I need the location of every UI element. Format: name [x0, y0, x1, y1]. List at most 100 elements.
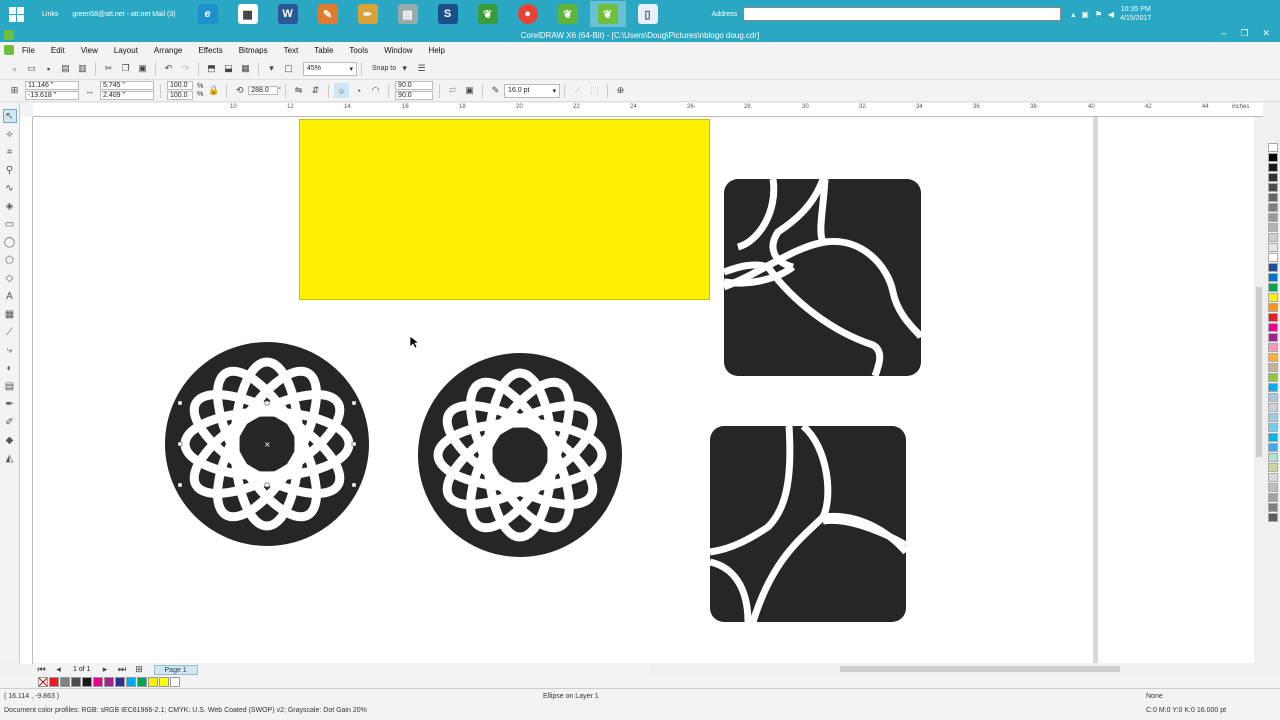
taskbar-app7[interactable]: S [430, 1, 466, 27]
mirror-v-icon[interactable]: ⇵ [308, 83, 323, 98]
fill-tool-icon[interactable]: ◆ [3, 433, 17, 447]
minimize-icon[interactable]: ‒ [1221, 28, 1226, 39]
eyedropper-tool-icon[interactable]: ✒ [3, 397, 17, 411]
copy-icon[interactable]: ❐ [118, 61, 133, 76]
new-icon[interactable]: ▫ [7, 61, 22, 76]
palette-swatch[interactable] [1268, 482, 1278, 492]
redo-icon[interactable]: ↷ [178, 61, 193, 76]
rectangle-tool-icon[interactable]: ▭ [3, 217, 17, 231]
horizontal-scrollbar[interactable] [650, 664, 1254, 674]
outline-status[interactable]: C:0 M:0 Y:0 K:0 16.000 pt [1146, 707, 1226, 714]
menu-table[interactable]: Table [306, 46, 341, 55]
prev-page-icon[interactable]: ◂ [51, 662, 66, 677]
taskbar-coreldraw[interactable]: ❦ [589, 1, 626, 27]
palette-swatch[interactable] [1268, 412, 1278, 422]
palette-swatch[interactable] [1268, 332, 1278, 342]
palette-swatch[interactable] [1268, 422, 1278, 432]
doc-swatch[interactable] [126, 677, 136, 687]
restore-icon[interactable]: ❐ [1240, 28, 1248, 39]
blend-tool-icon[interactable]: ◐ [3, 361, 17, 375]
open-icon[interactable]: ▭ [24, 61, 39, 76]
color-profile-status[interactable]: Document color profiles: RGB: sRGB IEC61… [4, 707, 367, 714]
taskbar-chrome[interactable]: ● [510, 1, 546, 27]
connector-tool-icon[interactable]: ⤷ [3, 343, 17, 357]
chevron-down-icon[interactable]: ▾ [397, 61, 412, 76]
atom-logo[interactable] [418, 353, 622, 557]
palette-swatch[interactable] [1268, 262, 1278, 272]
lock-ratio-icon[interactable]: 🔒 [206, 83, 221, 98]
palette-swatch[interactable] [1268, 442, 1278, 452]
taskbar-calendar[interactable]: ▦ [230, 1, 266, 27]
scale-y-field[interactable]: 100.0 [167, 91, 193, 100]
taskbar-app6[interactable]: ▤ [390, 1, 426, 27]
ruler-corner[interactable] [20, 103, 33, 117]
fullscreen-icon[interactable]: ▢ [281, 61, 296, 76]
palette-swatch[interactable] [1268, 432, 1278, 442]
palette-swatch[interactable] [1268, 382, 1278, 392]
snap-to-button[interactable]: Snap to [372, 65, 396, 72]
pick-tool-icon[interactable]: ↖ [2, 109, 17, 123]
cut-icon[interactable]: ✂ [101, 61, 116, 76]
doc-swatch[interactable] [104, 677, 114, 687]
doc-swatch[interactable] [115, 677, 125, 687]
pie-mode-icon[interactable]: ◔ [351, 83, 366, 98]
angle-field[interactable]: 288.0 [248, 86, 279, 95]
links-label[interactable]: Links [42, 11, 58, 18]
shape-tool-icon[interactable]: ⟡ [3, 127, 17, 141]
export-icon[interactable]: ⬓ [221, 61, 236, 76]
arc-mode-icon[interactable]: ◠ [368, 83, 383, 98]
palette-swatch[interactable] [1268, 462, 1278, 472]
menu-text[interactable]: Text [276, 46, 307, 55]
palette-swatch[interactable] [1268, 212, 1278, 222]
palette-swatch[interactable] [1268, 162, 1278, 172]
palette-swatch[interactable] [1268, 372, 1278, 382]
freehand-tool-icon[interactable]: ∿ [3, 181, 17, 195]
palette-swatch[interactable] [1268, 182, 1278, 192]
app-icon[interactable] [4, 30, 14, 40]
x-position-field[interactable]: 11.146 " [25, 81, 79, 90]
undo-icon[interactable]: ↶ [161, 61, 176, 76]
last-page-icon[interactable]: ⏭ [115, 662, 130, 677]
menu-window[interactable]: Window [376, 46, 420, 55]
add-page-icon[interactable]: ⊞ [132, 662, 147, 677]
menu-help[interactable]: Help [421, 46, 453, 55]
doc-swatch[interactable] [49, 677, 59, 687]
palette-swatch[interactable] [1268, 282, 1278, 292]
doc-swatch[interactable] [170, 677, 180, 687]
clock[interactable]: 10:35 PM 4/15/2017 [1120, 5, 1151, 23]
menu-bitmaps[interactable]: Bitmaps [231, 46, 276, 55]
page-tab[interactable]: Page 1 [153, 664, 198, 675]
crop-tool-icon[interactable]: ⌗ [3, 145, 17, 159]
palette-swatch[interactable] [1268, 152, 1278, 162]
taskbar-app8[interactable]: ❦ [470, 1, 506, 27]
start-button[interactable] [0, 0, 32, 28]
taskbar-app4[interactable]: ✎ [310, 1, 346, 27]
mirror-h-icon[interactable]: ⇋ [291, 83, 306, 98]
fill-status[interactable]: None [1146, 693, 1163, 700]
preset-icon[interactable]: ⊞ [7, 83, 22, 98]
palette-swatch[interactable] [1268, 292, 1278, 302]
convert-icon[interactable]: ⟋ [570, 83, 585, 98]
palette-swatch[interactable] [1268, 452, 1278, 462]
palette-swatch[interactable] [1268, 402, 1278, 412]
no-color-swatch[interactable] [38, 677, 48, 687]
flag-icon[interactable]: ⚑ [1095, 10, 1102, 19]
ellipse-mode-icon[interactable]: ○ [334, 83, 350, 98]
paste-icon[interactable]: ▣ [135, 61, 150, 76]
zoom-tool-icon[interactable]: ⚲ [3, 163, 17, 177]
palette-swatch[interactable] [1268, 142, 1278, 152]
volume-icon[interactable]: ◀ [1108, 10, 1114, 19]
palette-swatch[interactable] [1268, 302, 1278, 312]
palette-swatch[interactable] [1268, 512, 1278, 522]
palette-swatch[interactable] [1268, 392, 1278, 402]
palette-swatch[interactable] [1268, 232, 1278, 242]
horizontal-ruler[interactable]: 10 12 14 16 18 20 22 24 26 28 30 32 34 3… [33, 103, 1263, 117]
palette-swatch[interactable] [1268, 502, 1278, 512]
menu-file[interactable]: File [14, 46, 43, 55]
ellipse-tool-icon[interactable]: ◯ [3, 235, 17, 249]
menu-layout[interactable]: Layout [106, 46, 146, 55]
outline-width-select[interactable]: 16.0 pt ▾ [504, 83, 561, 98]
save-icon[interactable]: ▪ [41, 61, 56, 76]
taskbar-word[interactable]: W [270, 1, 306, 27]
close-icon[interactable]: ✕ [1262, 28, 1270, 39]
